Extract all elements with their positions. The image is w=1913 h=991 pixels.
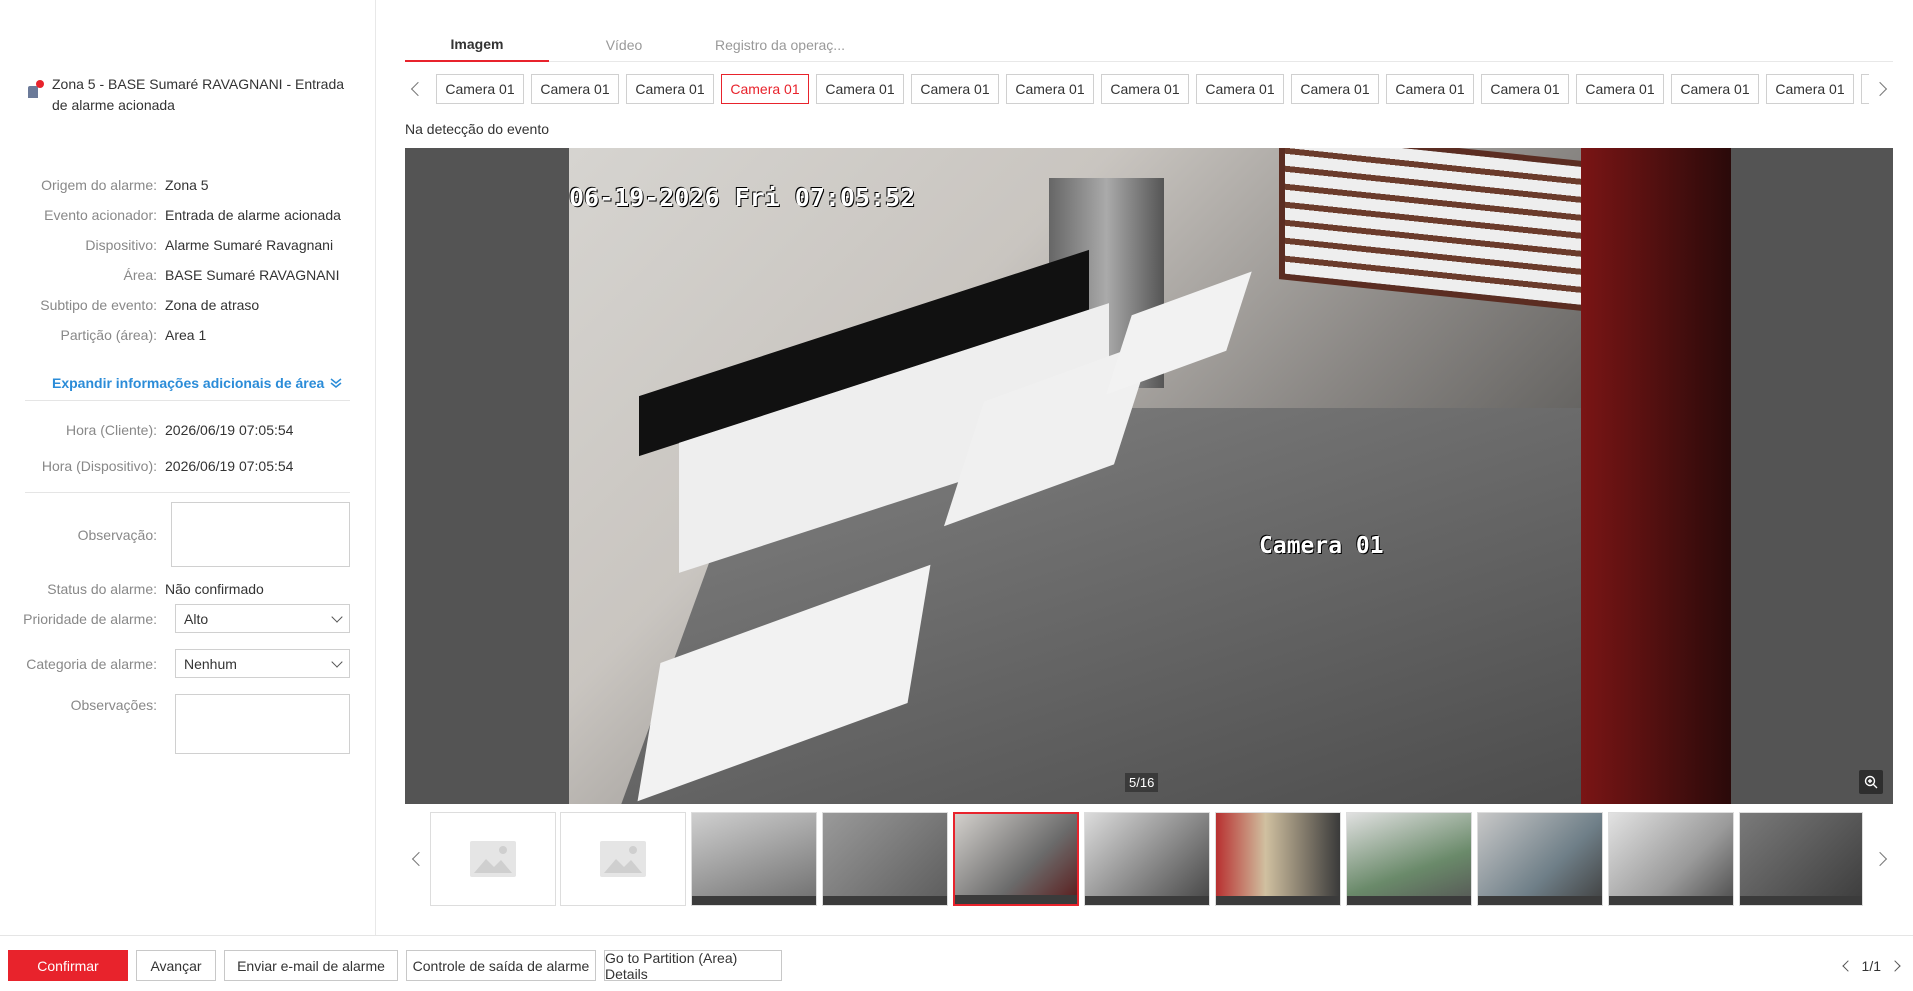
camera-tab[interactable]: Camera 01 (531, 74, 619, 104)
alarm-siren-icon (26, 80, 44, 100)
prev-page-icon[interactable] (1841, 960, 1854, 972)
alarm-details-panel: Zona 5 - BASE Sumaré RAVAGNANI - Entrada… (0, 0, 376, 935)
chevron-down-icon (331, 655, 343, 668)
confirm-button[interactable]: Confirmar (8, 950, 128, 981)
observacoes-textarea[interactable] (175, 694, 350, 754)
osd-camera-name: Camera 01 (1259, 533, 1384, 559)
alarm-header: Zona 5 - BASE Sumaré RAVAGNANI - Entrada… (26, 74, 356, 116)
double-chevron-down-icon (330, 378, 342, 388)
camera-tab[interactable]: Camera 01 (1006, 74, 1094, 104)
camera-tab-overflow (1861, 74, 1869, 104)
action-bar: Confirmar Avançar Enviar e-mail de alarm… (0, 935, 1913, 991)
detail-row-device: Dispositivo: Alarme Sumaré Ravagnani (85, 237, 334, 253)
camera-tab-active[interactable]: Camera 01 (721, 74, 809, 104)
camera-tab[interactable]: Camera 01 (1576, 74, 1664, 104)
advance-button[interactable]: Avançar (136, 950, 216, 981)
camera-snapshot: 06-19-2026 Fri 07:05:52 Camera 01 (569, 148, 1731, 804)
camera-tab[interactable]: Camera 01 (1101, 74, 1189, 104)
camera-tab[interactable]: Camera 01 (1766, 74, 1854, 104)
thumbnails-prev-icon[interactable] (411, 851, 427, 867)
thumbnail-placeholder[interactable] (560, 812, 686, 906)
priority-select[interactable]: Alto (175, 604, 350, 633)
thumbnail[interactable] (1739, 812, 1863, 906)
divider (25, 492, 350, 493)
zoom-in-icon[interactable] (1859, 770, 1883, 794)
camera-tabs-next-icon[interactable] (1872, 81, 1888, 97)
detail-row-origin: Origem do alarme: Zona 5 (41, 177, 209, 193)
alarm-output-control-button[interactable]: Controle de saída de alarme (406, 950, 596, 981)
category-select[interactable]: Nenhum (175, 649, 350, 678)
thumbnail[interactable] (1477, 812, 1603, 906)
thumbnail-placeholder[interactable] (430, 812, 556, 906)
pager: 1/1 (1841, 958, 1901, 974)
tab-operation-log[interactable]: Registro da operaç... (695, 28, 865, 62)
camera-tab[interactable]: Camera 01 (626, 74, 714, 104)
thumbnail[interactable] (1608, 812, 1734, 906)
detail-row-partition: Partição (área): Area 1 (60, 327, 207, 343)
time-row-client: Hora (Cliente): 2026/06/19 07:05:54 (65, 422, 294, 438)
time-row-device: Hora (Dispositivo): 2026/06/19 07:05:54 (41, 458, 294, 474)
page-indicator: 1/1 (1861, 958, 1881, 974)
detail-row-trigger: Evento acionador: Entrada de alarme acion… (44, 207, 341, 223)
chevron-down-icon (331, 610, 343, 623)
thumbnails-next-icon[interactable] (1872, 851, 1888, 867)
camera-tab-strip: Camera 01 Camera 01 Camera 01 Camera 01 … (405, 74, 1893, 104)
camera-tabs-prev-icon[interactable] (410, 81, 426, 97)
thumbnail[interactable] (1215, 812, 1341, 906)
camera-tab[interactable]: Camera 01 (436, 74, 524, 104)
next-page-icon[interactable] (1889, 960, 1901, 972)
camera-tab[interactable]: Camera 01 (1671, 74, 1759, 104)
camera-tab[interactable]: Camera 01 (911, 74, 999, 104)
detection-label: Na detecção do evento (405, 121, 549, 137)
thumbnail[interactable] (822, 812, 948, 906)
partition-details-button[interactable]: Go to Partition (Area) Details (604, 950, 782, 982)
detail-row-area: Área: BASE Sumaré RAVAGNANI (123, 267, 340, 283)
alarm-title: Zona 5 - BASE Sumaré RAVAGNANI - Entrada… (52, 76, 345, 113)
media-tabs: Imagem Vídeo Registro da operaç... (405, 28, 1893, 62)
camera-tab[interactable]: Camera 01 (1291, 74, 1379, 104)
thumbnail-active[interactable] (953, 812, 1079, 906)
image-counter: 5/16 (1125, 773, 1159, 792)
thumbnail[interactable] (1084, 812, 1210, 906)
image-viewer[interactable]: 06-19-2026 Fri 07:05:52 Camera 01 5/16 (405, 148, 1893, 804)
image-placeholder-icon (470, 841, 516, 877)
image-placeholder-icon (600, 841, 646, 877)
camera-tab[interactable]: Camera 01 (1481, 74, 1569, 104)
osd-datetime: 06-19-2026 Fri 07:05:52 (569, 183, 916, 212)
camera-tab[interactable]: Camera 01 (1386, 74, 1474, 104)
thumbnail[interactable] (691, 812, 817, 906)
camera-tab[interactable]: Camera 01 (1196, 74, 1284, 104)
divider (25, 400, 350, 401)
detail-row-subtype: Subtipo de evento: Zona de atraso (40, 297, 260, 313)
thumbnail-strip (405, 812, 1893, 908)
tab-imagem[interactable]: Imagem (405, 28, 549, 62)
status-row: Status do alarme: Não confirmado (47, 581, 264, 597)
thumbnail[interactable] (1346, 812, 1472, 906)
expand-area-info-link[interactable]: Expandir informações adicionais de área (52, 375, 342, 391)
tab-video[interactable]: Vídeo (549, 28, 699, 62)
send-alarm-email-button[interactable]: Enviar e-mail de alarme (224, 950, 398, 981)
observacao-textarea[interactable] (171, 502, 350, 567)
camera-tab[interactable]: Camera 01 (816, 74, 904, 104)
